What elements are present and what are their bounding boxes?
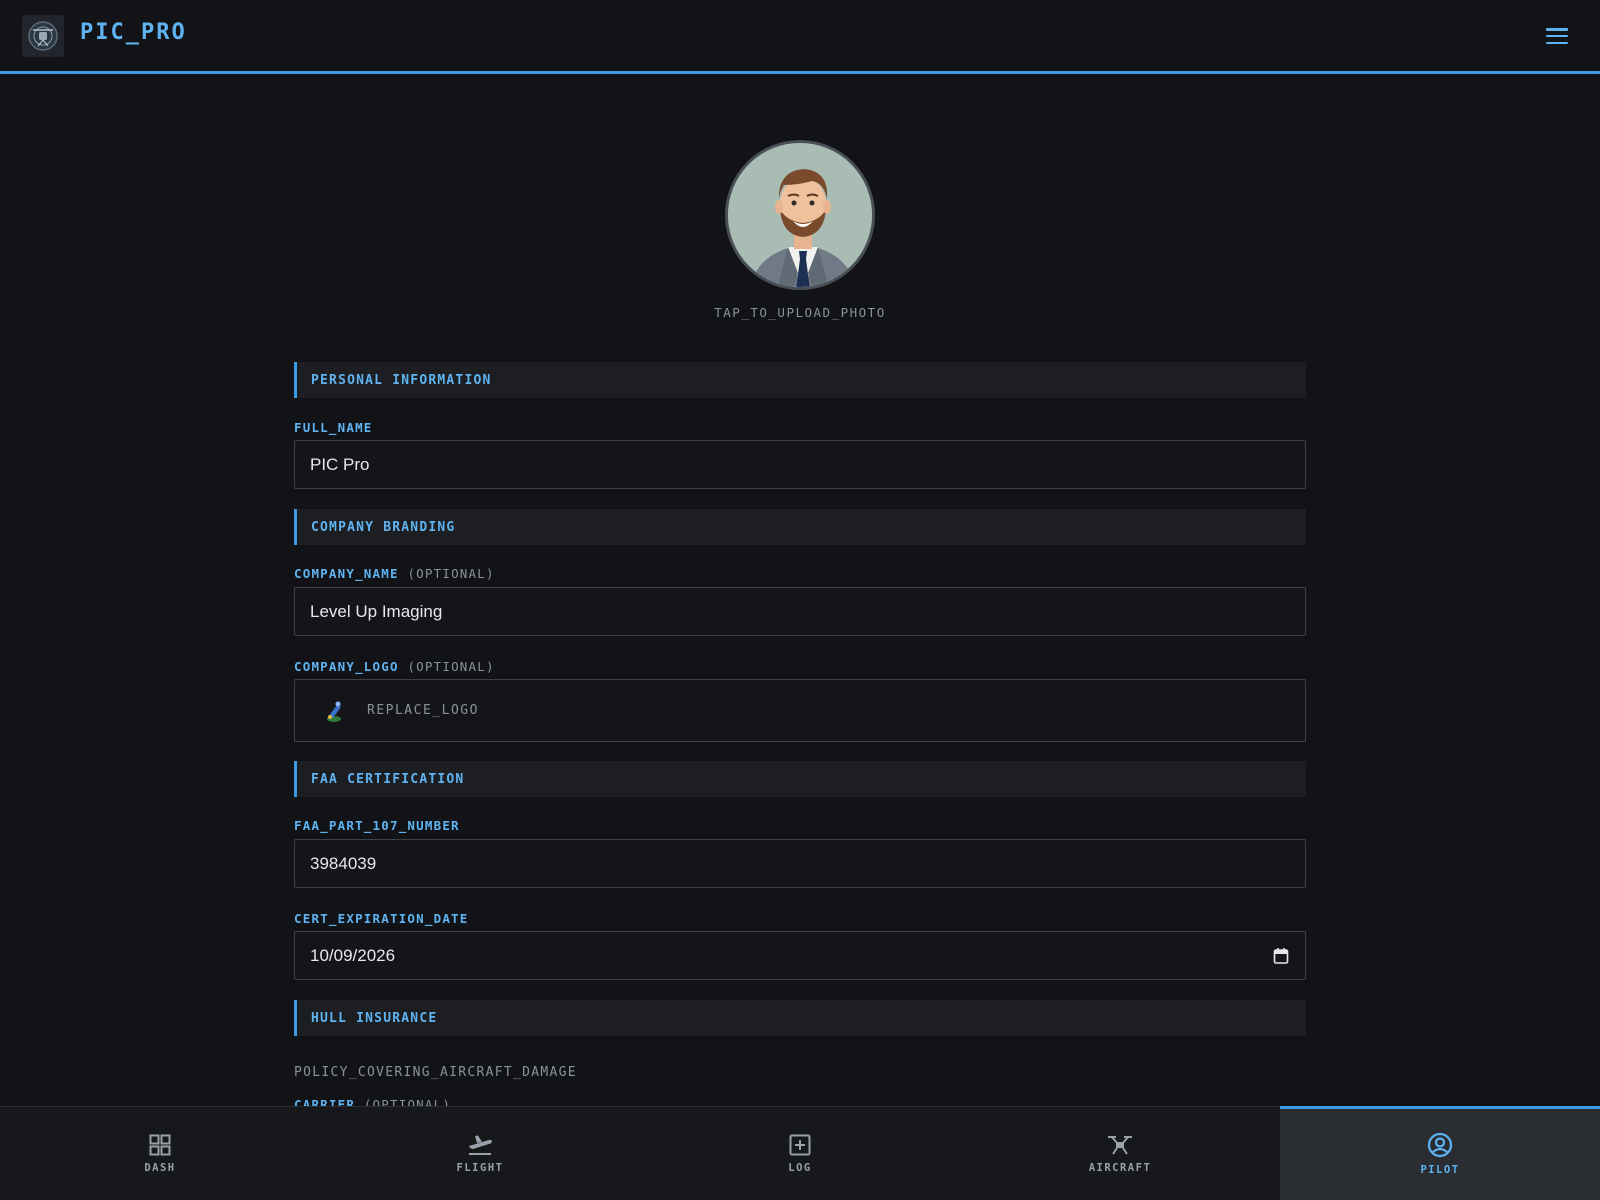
app-title: PIC_PRO — [80, 20, 187, 45]
cert-expiration-input[interactable]: 10/09/2026 — [294, 931, 1306, 980]
plus-square-icon — [789, 1134, 811, 1155]
cert-expiration-label: CERT_EXPIRATION_DATE — [294, 911, 469, 926]
nav-flight[interactable]: FLIGHT — [320, 1107, 640, 1200]
optional-tag: (OPTIONAL) — [407, 566, 495, 581]
profile-content[interactable]: TAP_TO_UPLOAD_PHOTO PERSONAL INFORMATION… — [0, 77, 1600, 1106]
faa-number-label: FAA_PART_107_NUMBER — [294, 818, 460, 833]
menu-button[interactable] — [1544, 24, 1570, 48]
top-bar: PIC_PRO — [0, 0, 1600, 74]
company-name-label: COMPANY_NAME (OPTIONAL) — [294, 566, 495, 581]
nav-label: AIRCRAFT — [1088, 1161, 1152, 1174]
full-name-input[interactable]: PIC Pro — [294, 440, 1306, 489]
pilot-avatar-illustration — [728, 143, 872, 287]
company-name-input[interactable]: Level Up Imaging — [294, 587, 1306, 636]
optional-tag: (OPTIONAL) — [407, 659, 495, 674]
plane-takeoff-icon — [469, 1135, 492, 1155]
section-company-branding: COMPANY BRANDING — [294, 509, 1306, 545]
drone-icon — [1108, 1135, 1132, 1155]
full-name-label: FULL_NAME — [294, 420, 373, 435]
section-hull-insurance: HULL INSURANCE — [294, 1000, 1306, 1036]
nav-aircraft[interactable]: AIRCRAFT — [960, 1107, 1280, 1200]
company-logo-upload[interactable]: REPLACE_LOGO — [294, 679, 1306, 742]
upload-photo-label[interactable]: TAP_TO_UPLOAD_PHOTO — [600, 305, 1000, 320]
section-faa-certification: FAA CERTIFICATION — [294, 761, 1306, 797]
optional-tag: (OPTIONAL) — [363, 1097, 452, 1106]
avatar[interactable] — [725, 140, 875, 290]
insurance-description: POLICY_COVERING_AIRCRAFT_DAMAGE — [294, 1065, 577, 1080]
nav-pilot[interactable]: PILOT — [1280, 1106, 1600, 1200]
nav-label: FLIGHT — [456, 1161, 504, 1174]
hamburger-icon — [1546, 28, 1568, 31]
grid-icon — [149, 1134, 171, 1155]
faa-number-input[interactable]: 3984039 — [294, 839, 1306, 888]
nav-label: DASH — [144, 1161, 176, 1174]
calendar-icon[interactable] — [1273, 947, 1289, 965]
replace-logo-label: REPLACE_LOGO — [367, 703, 479, 718]
nav-log[interactable]: LOG — [640, 1107, 960, 1200]
company-logo-thumbnail — [327, 701, 341, 722]
nav-label: PILOT — [1420, 1163, 1460, 1176]
carrier-label: CARRIER (OPTIONAL) — [294, 1097, 451, 1106]
section-personal-information: PERSONAL INFORMATION — [294, 362, 1306, 398]
bottom-nav: DASH FLIGHT LOG AIRCRAFT PILOT — [0, 1106, 1600, 1200]
cert-expiration-value: 10/09/2026 — [310, 945, 396, 965]
company-logo-label: COMPANY_LOGO (OPTIONAL) — [294, 659, 495, 674]
nav-label: LOG — [788, 1161, 812, 1174]
user-circle-icon — [1427, 1132, 1453, 1157]
nav-dash[interactable]: DASH — [0, 1107, 320, 1200]
app-logo[interactable] — [22, 15, 64, 57]
drone-icon — [28, 21, 58, 51]
